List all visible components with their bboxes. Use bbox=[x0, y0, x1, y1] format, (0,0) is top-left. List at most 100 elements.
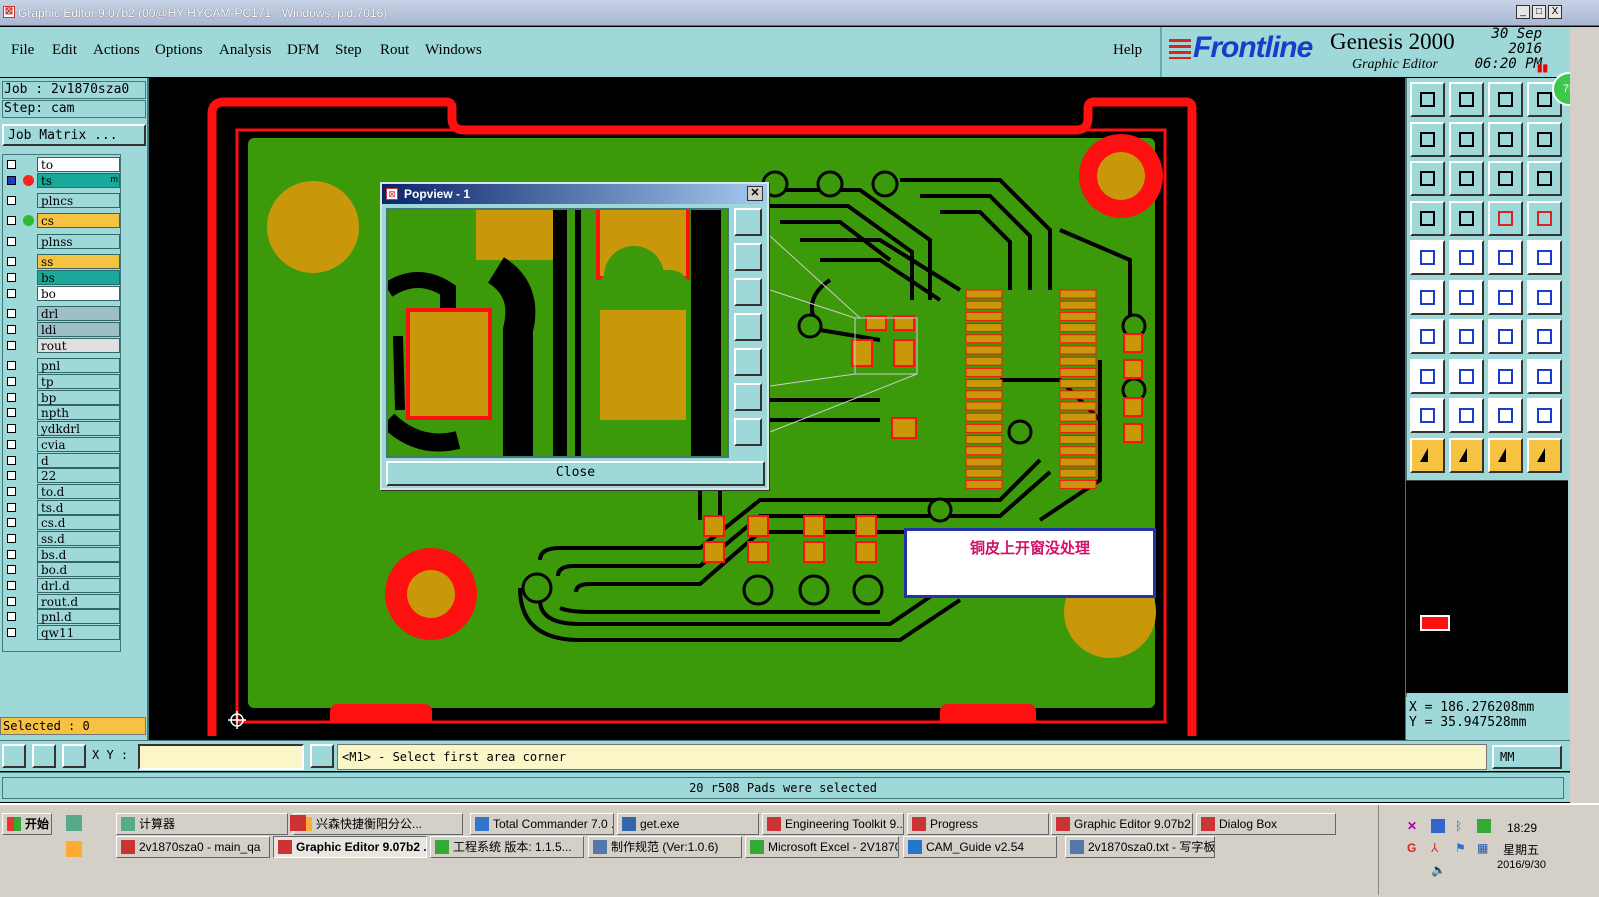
layer-row[interactable]: ts.d bbox=[5, 500, 120, 515]
circle-icon[interactable] bbox=[1527, 240, 1562, 275]
layer-row[interactable]: cs bbox=[5, 213, 120, 228]
layer-checkbox[interactable] bbox=[7, 160, 16, 169]
taskbar-item[interactable]: Graphic Editor 9.07b2 ... bbox=[273, 836, 427, 858]
taskbar-item[interactable]: 2v1870sza0.txt - 写字板 bbox=[1065, 836, 1215, 858]
zoom-fit-icon[interactable] bbox=[1410, 161, 1445, 196]
layer-row[interactable]: pnl bbox=[5, 358, 120, 373]
taskbar-item[interactable]: get.exe bbox=[617, 813, 759, 835]
menu-options[interactable]: Options bbox=[155, 42, 203, 59]
popview-close-x[interactable]: ✕ bbox=[747, 186, 763, 201]
layer-row[interactable]: cs.d bbox=[5, 515, 120, 530]
layer-row[interactable]: rout bbox=[5, 338, 120, 353]
next-icon[interactable] bbox=[1449, 121, 1484, 157]
copy-icon[interactable] bbox=[1527, 358, 1562, 394]
save-icon[interactable] bbox=[1449, 82, 1484, 117]
popview-zoom-view[interactable] bbox=[386, 208, 729, 458]
layer-checkbox[interactable] bbox=[7, 393, 16, 402]
layer-row[interactable]: npth bbox=[5, 405, 120, 420]
volume-icon[interactable]: 🔈 bbox=[1431, 863, 1446, 877]
layer-name[interactable]: rout.d bbox=[37, 594, 120, 609]
taskbar-item[interactable]: Total Commander 7.0 ... bbox=[470, 813, 614, 835]
layer-row[interactable]: to.d bbox=[5, 484, 120, 499]
taskbar-item[interactable]: 兴森快捷衡阳分公... bbox=[293, 813, 463, 835]
layer-checkbox[interactable] bbox=[7, 581, 16, 590]
unit-select[interactable]: MM bbox=[1492, 745, 1562, 769]
layer-name[interactable]: qw11 bbox=[37, 625, 120, 640]
job-matrix-button[interactable]: Job Matrix ... bbox=[2, 124, 146, 146]
layer-checkbox[interactable] bbox=[7, 471, 16, 480]
taskbar-item[interactable]: CAM_Guide v2.54 bbox=[903, 836, 1057, 858]
popview-pan-down-icon[interactable] bbox=[734, 278, 762, 306]
layer-row[interactable]: bs bbox=[5, 270, 120, 285]
arc-icon[interactable] bbox=[1488, 319, 1523, 354]
graphic-canvas[interactable] bbox=[150, 78, 1405, 740]
popview-pan-up-icon[interactable] bbox=[734, 243, 762, 271]
layer-checkbox[interactable] bbox=[7, 325, 16, 334]
layer-name[interactable]: bo.d bbox=[37, 562, 120, 577]
layer-name[interactable]: ldi bbox=[37, 322, 120, 337]
layer-checkbox[interactable] bbox=[7, 273, 16, 282]
layer-name[interactable]: plncs bbox=[37, 193, 120, 208]
angle-icon[interactable] bbox=[1410, 319, 1445, 354]
layer-name[interactable]: bo bbox=[37, 286, 120, 301]
measure-mode-icon[interactable] bbox=[32, 744, 56, 768]
taskbar-item[interactable]: 计算器 bbox=[116, 813, 288, 835]
pointer2-icon[interactable] bbox=[1449, 437, 1484, 473]
layer-checkbox[interactable] bbox=[7, 361, 16, 370]
layer-name[interactable]: ts.d bbox=[37, 500, 120, 515]
layer-name[interactable]: tp bbox=[37, 374, 120, 389]
bluetooth-icon[interactable]: ᛒ bbox=[1455, 819, 1469, 833]
layer-row[interactable]: ldi bbox=[5, 322, 120, 337]
menu-dfm[interactable]: DFM bbox=[287, 42, 320, 59]
layer-row[interactable]: qw11 bbox=[5, 625, 120, 640]
layer-checkbox[interactable] bbox=[7, 377, 16, 386]
layer-name[interactable]: pnl.d bbox=[37, 609, 120, 624]
layer-checkbox[interactable] bbox=[7, 408, 16, 417]
layer-row[interactable]: cvia bbox=[5, 437, 120, 452]
layer-row[interactable]: plnss bbox=[5, 234, 120, 249]
layers-icon[interactable] bbox=[1527, 121, 1562, 157]
layer-name[interactable]: drl.d bbox=[37, 578, 120, 593]
measure-icon[interactable] bbox=[1488, 240, 1523, 275]
layer-row[interactable]: drl.d bbox=[5, 578, 120, 593]
net-icon[interactable] bbox=[1410, 279, 1445, 315]
minus-icon[interactable] bbox=[1449, 358, 1484, 394]
home-icon[interactable] bbox=[1488, 82, 1523, 117]
layer-row[interactable]: ts m bbox=[5, 173, 120, 188]
grid-mode-icon[interactable] bbox=[62, 744, 86, 768]
layer-checkbox[interactable] bbox=[7, 424, 16, 433]
layer-name[interactable]: to.d bbox=[37, 484, 120, 499]
resize-icon[interactable] bbox=[1488, 358, 1523, 394]
menu-file[interactable]: File bbox=[11, 42, 34, 59]
mirror-icon[interactable] bbox=[1527, 319, 1562, 354]
tray-flag-icon[interactable]: ⚑ bbox=[1455, 841, 1466, 855]
layer-name[interactable]: bs.d bbox=[37, 547, 120, 562]
layer-checkbox[interactable] bbox=[7, 456, 16, 465]
grid-icon[interactable] bbox=[1449, 200, 1484, 236]
layer-row[interactable]: 22 bbox=[5, 468, 120, 483]
layer-row[interactable]: rout.d bbox=[5, 594, 120, 609]
menu-step[interactable]: Step bbox=[335, 42, 362, 59]
tray-a-icon[interactable]: ⅄ bbox=[1431, 841, 1438, 855]
security-icon[interactable] bbox=[1477, 819, 1491, 833]
layer-row[interactable]: to bbox=[5, 157, 120, 172]
layer-name[interactable]: npth bbox=[37, 405, 120, 420]
layer-checkbox[interactable] bbox=[7, 565, 16, 574]
layer-name[interactable]: bp bbox=[37, 390, 120, 405]
layer-row[interactable]: tp bbox=[5, 374, 120, 389]
cross-icon[interactable] bbox=[1449, 279, 1484, 315]
pointer-icon[interactable] bbox=[1410, 437, 1445, 473]
layer-row[interactable]: bo bbox=[5, 286, 120, 301]
layer-name[interactable]: cs bbox=[37, 213, 120, 228]
pcb-drawing[interactable] bbox=[150, 78, 1405, 740]
layer-checkbox[interactable] bbox=[7, 257, 16, 266]
layer-checkbox[interactable] bbox=[7, 597, 16, 606]
layer-name[interactable]: rout bbox=[37, 338, 120, 353]
popview-pan-left-icon[interactable] bbox=[734, 313, 762, 341]
overview-map[interactable] bbox=[1406, 480, 1568, 693]
pad-icon[interactable] bbox=[1410, 240, 1445, 275]
network-icon[interactable]: ▦ bbox=[1477, 841, 1488, 855]
taskbar-item[interactable]: Graphic Editor 9.07b2... bbox=[1051, 813, 1193, 835]
ruler-icon[interactable] bbox=[1410, 200, 1445, 236]
arch2-icon[interactable] bbox=[1527, 398, 1562, 433]
